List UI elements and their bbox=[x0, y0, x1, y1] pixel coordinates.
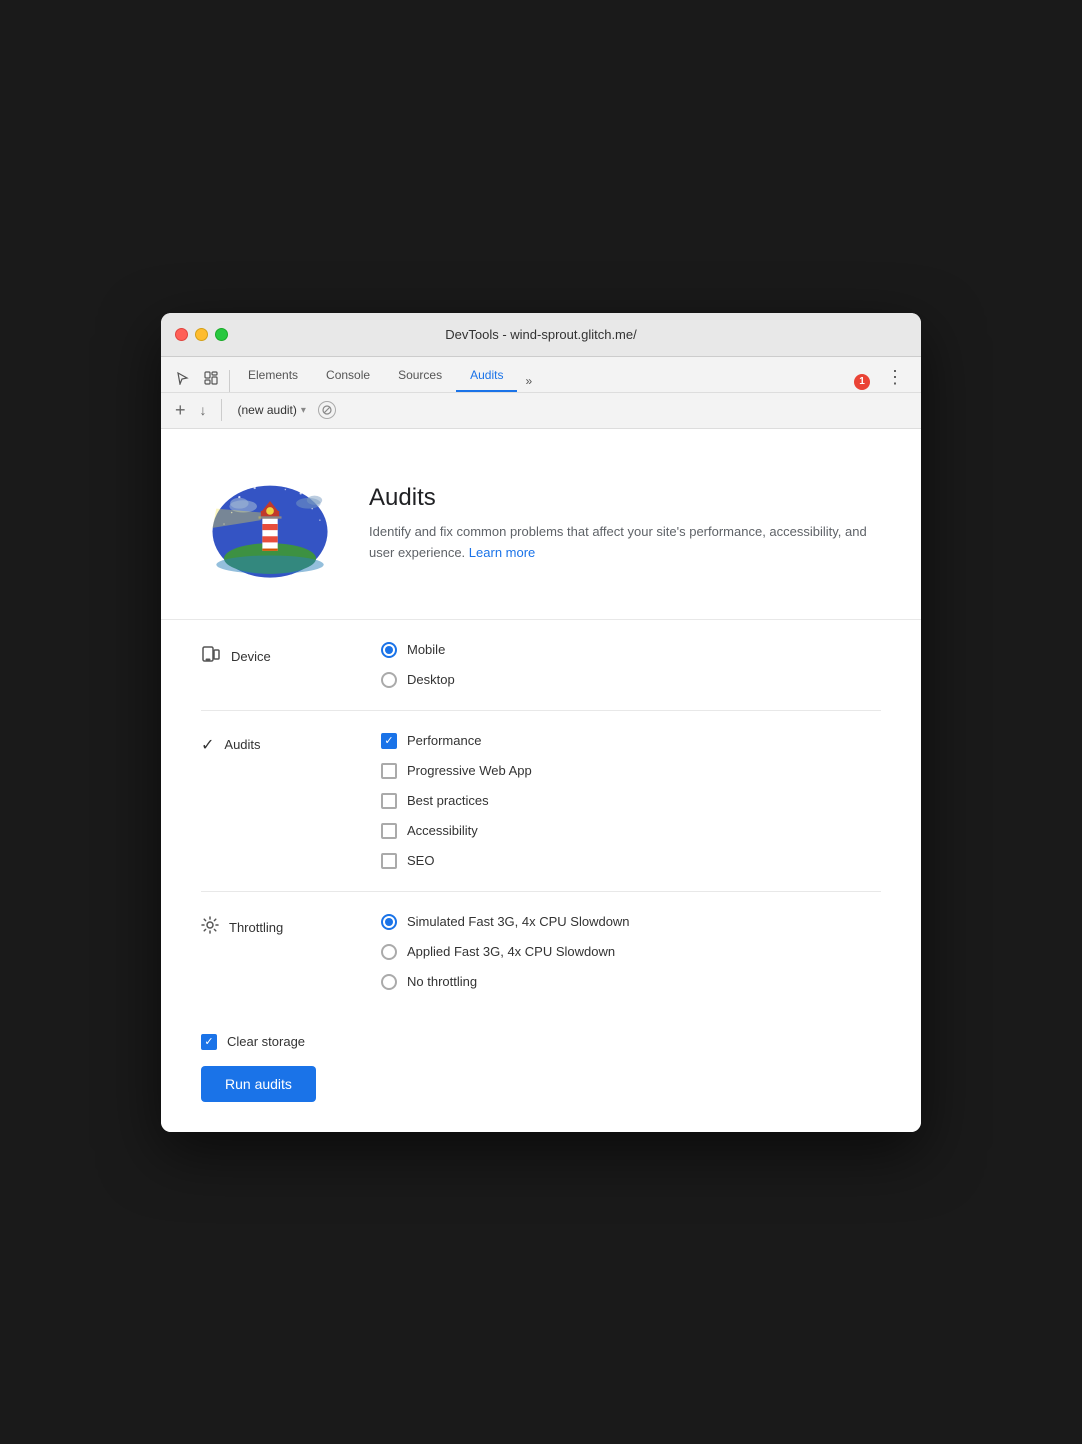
audit-pwa-label: Progressive Web App bbox=[407, 763, 532, 778]
download-button[interactable]: ↓ bbox=[196, 400, 211, 420]
audit-bestpractices-checkbox[interactable] bbox=[381, 793, 397, 809]
audit-performance-checkbox[interactable]: ✓ bbox=[381, 733, 397, 749]
audits-label: ✓ Audits bbox=[201, 733, 361, 755]
tab-elements[interactable]: Elements bbox=[234, 361, 312, 392]
tab-console[interactable]: Console bbox=[312, 361, 384, 392]
hero-title: Audits bbox=[369, 484, 881, 512]
maximize-button[interactable] bbox=[215, 328, 228, 341]
error-badge: 1 bbox=[846, 372, 878, 392]
device-icon bbox=[201, 644, 221, 669]
audits-text: Audits bbox=[224, 737, 260, 752]
throttling-none-radio[interactable] bbox=[381, 974, 397, 990]
device-mobile-radio[interactable] bbox=[381, 642, 397, 658]
audits-options: ✓ Performance Progressive Web App Best p… bbox=[381, 733, 532, 869]
traffic-lights bbox=[175, 328, 228, 341]
main-content: Audits Identify and fix common problems … bbox=[161, 429, 921, 1132]
throttling-applied-radio[interactable] bbox=[381, 944, 397, 960]
audit-pwa-option[interactable]: Progressive Web App bbox=[381, 763, 532, 779]
throttling-simulated-radio[interactable] bbox=[381, 914, 397, 930]
tab-audits[interactable]: Audits bbox=[456, 361, 517, 392]
tab-sources[interactable]: Sources bbox=[384, 361, 456, 392]
audit-accessibility-checkbox[interactable] bbox=[381, 823, 397, 839]
settings-section: Device Mobile Desktop ✓ Audi bbox=[161, 620, 921, 1012]
gear-icon bbox=[201, 916, 219, 939]
error-count: 1 bbox=[854, 374, 870, 390]
stop-button[interactable] bbox=[318, 401, 336, 419]
throttling-none-option[interactable]: No throttling bbox=[381, 974, 630, 990]
audit-toolbar: + ↓ (new audit) ▾ bbox=[161, 393, 921, 429]
clear-storage-label: Clear storage bbox=[227, 1034, 305, 1049]
add-audit-button[interactable]: + bbox=[171, 398, 190, 423]
audits-row: ✓ Audits ✓ Performance Progressive Web A… bbox=[201, 711, 881, 892]
inspect-icon[interactable] bbox=[197, 364, 225, 392]
throttling-none-label: No throttling bbox=[407, 974, 477, 989]
throttling-row: Throttling Simulated Fast 3G, 4x CPU Slo… bbox=[201, 892, 881, 1012]
throttling-label: Throttling bbox=[201, 914, 361, 939]
throttling-text: Throttling bbox=[229, 920, 283, 935]
device-row: Device Mobile Desktop bbox=[201, 620, 881, 711]
device-desktop-label: Desktop bbox=[407, 672, 455, 687]
dropdown-label: (new audit) bbox=[238, 403, 297, 417]
hero-text: Audits Identify and fix common problems … bbox=[369, 484, 881, 564]
chevron-down-icon: ▾ bbox=[301, 405, 306, 416]
bottom-section: ✓ Clear storage Run audits bbox=[161, 1012, 921, 1132]
audit-accessibility-option[interactable]: Accessibility bbox=[381, 823, 532, 839]
run-audits-button[interactable]: Run audits bbox=[201, 1066, 316, 1102]
throttling-simulated-option[interactable]: Simulated Fast 3G, 4x CPU Slowdown bbox=[381, 914, 630, 930]
separator2 bbox=[221, 399, 222, 421]
audit-performance-label: Performance bbox=[407, 733, 481, 748]
throttling-simulated-label: Simulated Fast 3G, 4x CPU Slowdown bbox=[407, 914, 630, 929]
audit-pwa-checkbox[interactable] bbox=[381, 763, 397, 779]
hero-section: Audits Identify and fix common problems … bbox=[161, 429, 921, 620]
nav-tabs: Elements Console Sources Audits » 1 ⋮ bbox=[161, 357, 921, 393]
audit-bestpractices-option[interactable]: Best practices bbox=[381, 793, 532, 809]
learn-more-link[interactable]: Learn more bbox=[469, 545, 535, 560]
device-options: Mobile Desktop bbox=[381, 642, 455, 688]
lighthouse-illustration bbox=[201, 459, 339, 589]
throttling-applied-label: Applied Fast 3G, 4x CPU Slowdown bbox=[407, 944, 615, 959]
throttling-options: Simulated Fast 3G, 4x CPU Slowdown Appli… bbox=[381, 914, 630, 990]
clear-storage-checkbox[interactable]: ✓ bbox=[201, 1034, 217, 1050]
audit-bestpractices-label: Best practices bbox=[407, 793, 489, 808]
device-mobile-label: Mobile bbox=[407, 642, 445, 657]
window-title: DevTools - wind-sprout.glitch.me/ bbox=[445, 327, 636, 342]
device-text: Device bbox=[231, 649, 271, 664]
audit-performance-option[interactable]: ✓ Performance bbox=[381, 733, 532, 749]
minimize-button[interactable] bbox=[195, 328, 208, 341]
device-desktop-option[interactable]: Desktop bbox=[381, 672, 455, 688]
cursor-icon[interactable] bbox=[169, 364, 197, 392]
device-label: Device bbox=[201, 642, 361, 669]
audit-accessibility-label: Accessibility bbox=[407, 823, 478, 838]
kebab-menu[interactable]: ⋮ bbox=[878, 363, 913, 392]
audit-dropdown[interactable]: (new audit) ▾ bbox=[232, 399, 312, 421]
audit-seo-checkbox[interactable] bbox=[381, 853, 397, 869]
more-tabs-button[interactable]: » bbox=[517, 370, 540, 392]
devtools-window: DevTools - wind-sprout.glitch.me/ Elemen… bbox=[161, 313, 921, 1132]
separator bbox=[229, 370, 230, 392]
close-button[interactable] bbox=[175, 328, 188, 341]
titlebar: DevTools - wind-sprout.glitch.me/ bbox=[161, 313, 921, 357]
checkmark-icon: ✓ bbox=[201, 735, 214, 755]
clear-storage-option[interactable]: ✓ Clear storage bbox=[201, 1034, 881, 1050]
hero-description: Identify and fix common problems that af… bbox=[369, 522, 881, 564]
audit-seo-label: SEO bbox=[407, 853, 434, 868]
device-desktop-radio[interactable] bbox=[381, 672, 397, 688]
audit-seo-option[interactable]: SEO bbox=[381, 853, 532, 869]
device-mobile-option[interactable]: Mobile bbox=[381, 642, 455, 658]
throttling-applied-option[interactable]: Applied Fast 3G, 4x CPU Slowdown bbox=[381, 944, 630, 960]
